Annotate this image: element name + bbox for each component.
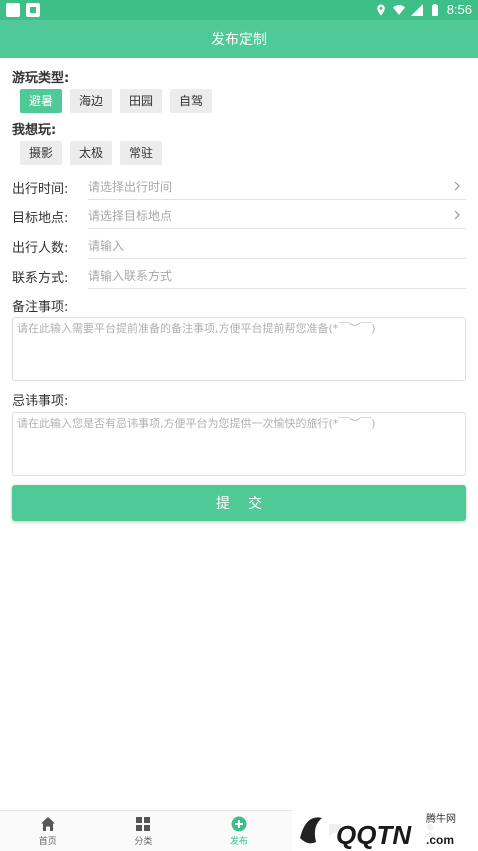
tab-category-label: 分类 xyxy=(134,836,153,847)
contact-field[interactable] xyxy=(88,263,466,289)
tab-home[interactable]: 首页 xyxy=(0,811,96,851)
people-row: 出行人数: xyxy=(12,233,466,261)
tab-publish-label: 发布 xyxy=(229,836,248,847)
user-icon xyxy=(423,823,437,837)
want-play-option-taichi[interactable]: 太极 xyxy=(70,141,113,165)
notes-label: 备注事项: xyxy=(12,300,69,315)
tab-profile[interactable] xyxy=(382,811,478,851)
people-label: 出行人数: xyxy=(12,241,69,256)
message-icon xyxy=(328,824,341,836)
want-play-option-resident[interactable]: 常驻 xyxy=(120,141,163,165)
system-indicators: 8:56 xyxy=(375,2,472,17)
taboos-textarea[interactable] xyxy=(12,412,466,476)
play-type-label: 游玩类型: xyxy=(12,71,70,86)
battery-icon xyxy=(431,3,438,16)
tab-category[interactable]: 分类 xyxy=(96,811,192,851)
grid-icon xyxy=(136,816,151,831)
contact-label: 联系方式: xyxy=(12,271,69,286)
notes-textarea[interactable] xyxy=(12,317,466,381)
notification-icons xyxy=(6,3,40,17)
destination-label: 目标地点: xyxy=(12,211,69,226)
add-circle-icon xyxy=(231,816,247,831)
page-title: 发布定制 xyxy=(211,32,267,48)
location-icon xyxy=(376,4,385,15)
want-play-options: 摄影 太极 常驻 xyxy=(20,141,163,165)
play-type-option-seaside[interactable]: 海边 xyxy=(70,89,113,113)
people-count-field[interactable] xyxy=(88,233,466,259)
destination-row: 目标地点: xyxy=(12,203,466,231)
app-notification-icon xyxy=(26,3,40,17)
departure-time-field[interactable] xyxy=(88,174,466,200)
tab-publish[interactable]: 发布 xyxy=(191,811,287,851)
play-type-option-summer[interactable]: 避暑 xyxy=(20,89,63,113)
play-type-options: 避暑 海边 田园 自驾 xyxy=(20,89,213,113)
chevron-right-icon xyxy=(454,210,460,220)
chevron-right-icon xyxy=(454,181,460,191)
wifi-icon xyxy=(392,4,405,15)
home-icon xyxy=(40,816,55,831)
play-type-option-self-drive[interactable]: 自驾 xyxy=(170,89,213,113)
departure-time-label: 出行时间: xyxy=(12,182,69,197)
play-type-option-countryside[interactable]: 田园 xyxy=(120,89,163,113)
tab-message[interactable] xyxy=(287,811,383,851)
contact-row: 联系方式: xyxy=(12,263,466,291)
want-play-label: 我想玩: xyxy=(12,123,57,138)
bottom-tab-bar: 首页 分类 发布 xyxy=(0,810,478,851)
destination-field[interactable] xyxy=(88,203,466,229)
taboos-label: 忌讳事项: xyxy=(12,394,69,409)
tab-home-label: 首页 xyxy=(38,836,57,847)
submit-button[interactable]: 提交 xyxy=(12,485,466,521)
departure-time-row: 出行时间: xyxy=(12,174,466,202)
app-header: 发布定制 xyxy=(0,20,478,58)
signal-icon xyxy=(410,3,423,16)
status-bar: 8:56 xyxy=(0,0,478,20)
want-play-option-photography[interactable]: 摄影 xyxy=(20,141,63,165)
notification-icon xyxy=(6,3,20,17)
clock-text: 8:56 xyxy=(446,2,472,17)
